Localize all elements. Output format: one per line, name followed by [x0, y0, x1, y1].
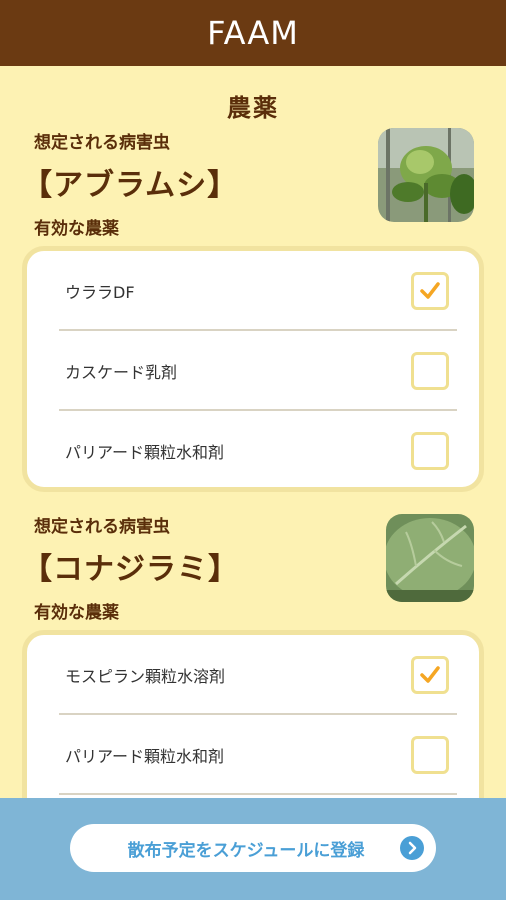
pesticide-label: カスケード乳剤 [65, 363, 178, 382]
app-header: FAAM [0, 0, 506, 66]
pesticide-label: モスピラン顆粒水溶剤 [65, 667, 226, 686]
row-divider [59, 793, 457, 795]
pesticide-row[interactable]: パリアード顆粒水和剤 [59, 411, 457, 491]
pesticide-row[interactable]: カスケード乳剤 [59, 331, 457, 411]
effective-pesticides-label: 有効な農薬 [34, 603, 119, 623]
pesticide-checkbox[interactable] [411, 352, 449, 390]
pesticide-list-scroll[interactable]: 農薬 想定される病害虫 【アブラムシ】 有効な農薬 ウララDF カスケード乳剤 … [0, 66, 506, 798]
pesticide-row[interactable]: パリアード顆粒水和剤 [59, 715, 457, 795]
pest-photo-aphid [378, 128, 474, 222]
pest-name: 【コナジラミ】 [22, 552, 239, 587]
register-schedule-button[interactable]: 散布予定をスケジュールに登録 [70, 824, 436, 872]
pesticide-card-aphid: ウララDF カスケード乳剤 パリアード顆粒水和剤 [22, 246, 484, 492]
footer-bar: 散布予定をスケジュールに登録 [0, 798, 506, 900]
chevron-right-icon [400, 836, 424, 860]
pest-photo-whitefly [386, 514, 474, 602]
checkmark-icon [420, 666, 440, 683]
checkmark-icon [420, 282, 440, 299]
pesticide-checkbox[interactable] [411, 432, 449, 470]
pesticide-checkbox[interactable] [411, 736, 449, 774]
pest-caption: 想定される病害虫 [34, 133, 170, 153]
app-title: FAAM [207, 14, 299, 52]
effective-pesticides-label: 有効な農薬 [34, 219, 119, 239]
pesticide-row[interactable]: ウララDF [59, 251, 457, 331]
pesticide-checkbox[interactable] [411, 656, 449, 694]
pesticide-label: パリアード顆粒水和剤 [65, 443, 225, 462]
pesticide-label: パリアード顆粒水和剤 [65, 747, 225, 766]
page-title: 農薬 [227, 94, 279, 122]
pesticide-row[interactable]: モスピラン顆粒水溶剤 [59, 635, 457, 715]
pesticide-label: ウララDF [65, 283, 135, 302]
pesticide-checkbox[interactable] [411, 272, 449, 310]
pest-name: 【アブラムシ】 [22, 168, 239, 203]
register-schedule-label: 散布予定をスケジュールに登録 [127, 840, 365, 861]
pesticide-card-whitefly: モスピラン顆粒水溶剤 パリアード顆粒水和剤 [22, 630, 484, 798]
pest-caption: 想定される病害虫 [34, 517, 170, 537]
